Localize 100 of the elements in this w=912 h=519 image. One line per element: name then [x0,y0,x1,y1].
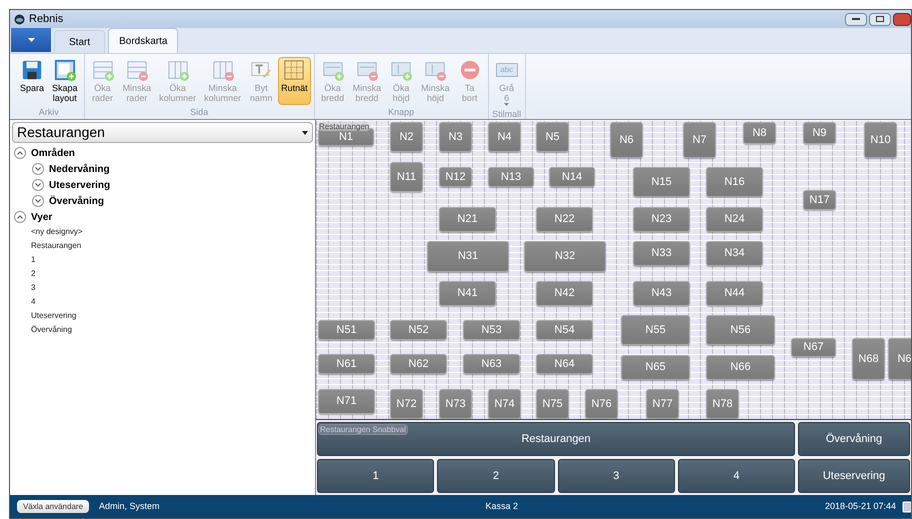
wider-icon [322,59,344,81]
table-button[interactable]: N21 [439,207,496,232]
expander-icon[interactable] [14,211,26,223]
ribbon-group-label: Stilmall [492,108,522,121]
view-item[interactable]: Restaurangen [31,240,82,252]
table-button[interactable]: N5 [536,122,569,152]
table-button[interactable]: N16 [706,167,763,197]
view-item[interactable]: 4 [31,296,36,308]
tree-node[interactable]: Uteservering [49,178,110,192]
app-logo-icon [14,14,25,24]
table-button[interactable]: N9 [803,122,836,144]
table-button[interactable]: N71 [318,389,375,414]
table-button[interactable]: N6 [610,122,643,158]
table-button[interactable]: N66 [706,355,775,380]
table-button[interactable]: N13 [488,167,534,187]
area-dropdown[interactable]: Restaurangen [12,122,313,143]
ribbon-tab[interactable]: Bordskarta [108,28,178,53]
table-button[interactable]: N68 [852,338,885,380]
table-button[interactable]: N14 [549,167,595,187]
table-button[interactable]: N64 [536,354,593,374]
table-button[interactable]: N22 [536,207,593,232]
view-item[interactable]: 3 [31,282,36,294]
table-button[interactable]: N42 [536,281,593,306]
table-button[interactable]: N77 [646,389,679,419]
expander-icon[interactable] [14,147,26,159]
quick-select-button[interactable]: Uteservering [798,459,910,493]
view-item[interactable]: 2 [31,268,36,280]
view-item[interactable]: 1 [31,254,36,266]
table-button[interactable]: N34 [706,241,763,266]
caret-icon [302,130,308,134]
table-button[interactable]: N32 [524,241,606,272]
quick-select-button[interactable]: 4 [678,459,795,493]
table-button[interactable]: N23 [633,207,690,232]
date-time: 2018-05-21 07:44 [824,500,896,513]
delete-icon [458,59,481,81]
ribbon-button[interactable]: Skapa layout [49,57,81,104]
table-button[interactable]: N41 [439,281,496,306]
quick-select-button[interactable]: 3 [558,459,675,493]
quick-select-button[interactable]: 1 [317,459,434,493]
table-button[interactable]: N11 [390,162,423,192]
table-button[interactable]: N6 [888,338,911,380]
remove-row-icon [126,59,148,81]
tree-node[interactable]: Nedervåning [49,162,110,176]
ribbon-button[interactable]: Rutnät [278,57,311,104]
table-button[interactable]: N67 [791,338,836,357]
quick-select-button[interactable]: Övervåning [798,422,910,456]
minimize-button[interactable] [845,12,867,26]
table-button[interactable]: N72 [390,389,423,419]
table-button[interactable]: N53 [463,320,520,340]
table-button[interactable]: N4 [488,122,521,152]
table-button[interactable]: N74 [488,389,521,419]
table-button[interactable]: N76 [585,389,618,419]
tree-node[interactable]: Vyer [31,210,52,224]
expander-icon[interactable] [32,179,44,191]
table-button[interactable]: N44 [706,281,763,306]
table-button[interactable]: N2 [390,122,423,152]
maximize-button[interactable] [869,12,891,26]
table-button[interactable]: N7 [683,122,716,158]
table-button[interactable]: N51 [318,320,375,340]
table-button[interactable]: N8 [743,122,776,144]
table-button[interactable]: N63 [463,354,520,374]
table-button[interactable]: N17 [803,190,836,210]
table-button[interactable]: N31 [427,241,509,272]
tree-node[interactable]: Områden [31,146,75,160]
view-item[interactable]: <ny designvy> [31,226,83,238]
table-button[interactable]: N12 [439,167,472,187]
close-button[interactable] [893,12,911,26]
ribbon-group-label: Arkiv [38,106,59,118]
quick-select-label: Restaurangen Snabbval [318,424,408,435]
narrower-icon [356,59,378,81]
table-button[interactable]: N61 [318,354,375,374]
ribbon-tab[interactable]: Start [54,30,106,53]
table-button[interactable]: N65 [621,355,690,380]
expander-icon[interactable] [32,195,44,207]
table-button[interactable]: N75 [536,389,569,419]
table-button[interactable]: N56 [706,315,775,345]
table-button[interactable]: N33 [633,241,690,266]
table-button[interactable]: N73 [439,389,472,419]
tree-node[interactable]: Övervåning [49,194,104,208]
table-button[interactable]: N55 [621,315,690,345]
add-column-icon [166,59,189,81]
expander-icon[interactable] [32,163,44,175]
table-button[interactable]: N15 [633,167,690,197]
table-button[interactable]: N24 [706,207,763,232]
ribbon-button[interactable]: Spara [17,57,48,104]
remove-column-icon [212,59,234,81]
table-button[interactable]: N10 [864,122,897,158]
view-item[interactable]: Övervåning [31,324,72,336]
quick-select-button[interactable]: 2 [437,459,554,493]
switch-user-button[interactable]: Växla användare [17,500,89,513]
table-button[interactable]: N54 [536,320,593,340]
calendar-icon [902,500,911,512]
table-button[interactable]: N62 [390,354,447,374]
user-name: Admin, System [99,500,160,513]
table-button[interactable]: N78 [706,389,739,419]
view-item[interactable]: Uteservering [31,310,76,322]
table-button[interactable]: N52 [390,320,447,340]
area-label: Restaurangen [318,122,370,131]
table-button[interactable]: N43 [633,281,690,306]
table-button[interactable]: N3 [439,122,472,152]
